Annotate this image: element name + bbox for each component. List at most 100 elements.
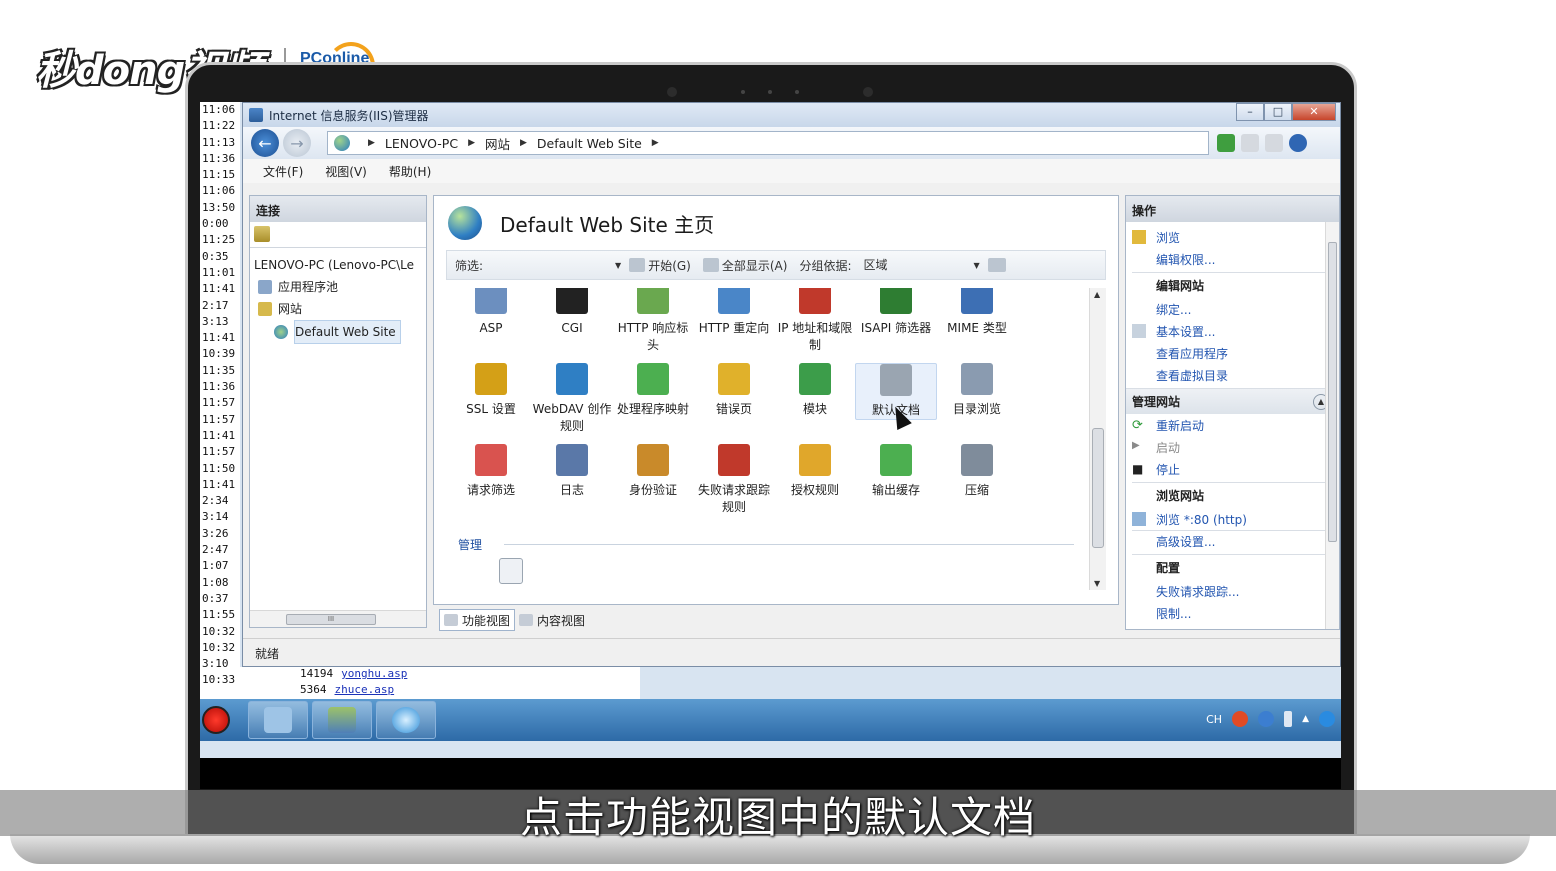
scroll-thumb[interactable]: III	[286, 614, 376, 625]
menu-file[interactable]: 文件(F)	[263, 163, 303, 180]
chevron-down-icon[interactable]: ▼	[615, 261, 621, 270]
record-icon[interactable]	[202, 706, 230, 734]
feature-lock[interactable]: SSL 设置	[450, 363, 532, 418]
feature-webdav[interactable]: WebDAV 创作规则	[531, 363, 613, 435]
maximize-button[interactable]: □	[1264, 103, 1292, 121]
breadcrumb-item[interactable]: LENOVO-PC	[385, 136, 458, 151]
log-time: 11:06	[202, 184, 236, 198]
menu-bar: 文件(F) 视图(V) 帮助(H)	[243, 159, 1340, 183]
breadcrumb-separator: ▶	[651, 138, 659, 148]
sogou-icon[interactable]	[1232, 711, 1249, 727]
filter-input[interactable]	[487, 255, 611, 275]
action-browse-http[interactable]: 浏览 *:80 (http)	[1132, 508, 1339, 530]
action-failed-request[interactable]: 失败请求跟踪...	[1132, 580, 1339, 602]
feature-isapi[interactable]: ISAPI 筛选器	[855, 288, 937, 337]
taskbar-app-iis[interactable]	[312, 701, 372, 739]
help-icon[interactable]	[1258, 711, 1275, 727]
feature-authz[interactable]: 授权规则	[774, 444, 856, 499]
action-start[interactable]: ▶ 启动	[1132, 436, 1339, 458]
feature-output-cache[interactable]: 输出缓存	[855, 444, 937, 499]
minimize-button[interactable]: –	[1236, 103, 1264, 121]
feature-ip-restrict[interactable]: IP 地址和域限制	[774, 288, 856, 354]
security-icon[interactable]	[1319, 711, 1335, 727]
chevron-down-icon[interactable]: ▼	[974, 261, 980, 270]
scroll-down-icon[interactable]: ▼	[1094, 579, 1100, 588]
log-time: 10:32	[202, 640, 236, 654]
file-link[interactable]: zhuce.asp	[335, 683, 395, 696]
feature-auth[interactable]: 身份验证	[612, 444, 694, 499]
feature-modules[interactable]: 模块	[774, 363, 856, 418]
log-time: 11:25	[202, 233, 236, 247]
actions-vscroll[interactable]	[1325, 222, 1339, 629]
action-edit-permissions[interactable]: 编辑权限...	[1132, 248, 1339, 270]
action-label: 编辑权限...	[1156, 252, 1216, 267]
home-icon[interactable]	[1265, 134, 1283, 152]
taskbar-app-ie[interactable]	[376, 701, 436, 739]
breadcrumb[interactable]: ▶ LENOVO-PC ▶ 网站 ▶ Default Web Site ▶	[327, 131, 1209, 155]
file-size: 5364	[300, 683, 327, 696]
feature-handler[interactable]: 处理程序映射	[612, 363, 694, 418]
feature-mime[interactable]: MIME 类型	[936, 288, 1018, 337]
feature-asp[interactable]: ASP	[450, 288, 532, 337]
action-limits[interactable]: 限制...	[1132, 602, 1339, 624]
feature-label: ASP	[479, 321, 503, 335]
auth-icon	[637, 444, 669, 476]
scroll-up-icon[interactable]: ▲	[1094, 290, 1100, 299]
stop-nav-icon[interactable]	[1241, 134, 1259, 152]
feature-label: 授权规则	[790, 483, 839, 497]
feature-label: 错误页	[715, 402, 752, 416]
action-label: 失败请求跟踪...	[1156, 584, 1240, 599]
action-basic-settings[interactable]: 基本设置...	[1132, 320, 1339, 342]
action-bindings[interactable]: 绑定...	[1132, 298, 1339, 320]
show-all-button[interactable]: 全部显示(A)	[702, 257, 787, 274]
feature-http-redirect[interactable]: HTTP 重定向	[693, 288, 775, 337]
start-button[interactable]: 开始(G)	[629, 257, 691, 274]
feature-log[interactable]: 日志	[531, 444, 613, 499]
tree-item-server[interactable]: LENOVO-PC (Lenovo-PC\Le	[254, 254, 426, 276]
help-icon[interactable]	[1289, 134, 1307, 152]
action-view-vdirs[interactable]: 查看虚拟目录	[1132, 364, 1339, 386]
connections-hscroll[interactable]: III	[250, 610, 426, 627]
feature-dir-browse[interactable]: 目录浏览	[936, 363, 1018, 418]
manage-feature[interactable]	[470, 558, 552, 590]
input-language[interactable]: CH	[1206, 713, 1222, 726]
back-button[interactable]: ←	[251, 129, 279, 157]
tab-features-view[interactable]: 功能视图	[439, 609, 516, 631]
feature-compress[interactable]: 压缩	[936, 444, 1018, 499]
file-link[interactable]: yonghu.asp	[341, 667, 407, 680]
features-vscroll[interactable]: ▲ ▼	[1089, 288, 1106, 590]
log-time: 11:41	[202, 331, 236, 345]
feature-failed-request[interactable]: 失败请求跟踪规则	[693, 444, 775, 516]
feature-http-headers[interactable]: HTTP 响应标头	[612, 288, 694, 354]
tab-content-view[interactable]: 内容视图	[515, 609, 589, 631]
action-restart[interactable]: ⟳ 重新启动	[1132, 414, 1339, 436]
action-browse[interactable]: 浏览	[1132, 226, 1339, 248]
feature-request-filter[interactable]: 请求筛选	[450, 444, 532, 499]
close-button[interactable]: ✕	[1292, 103, 1336, 121]
forward-button[interactable]: →	[283, 129, 311, 157]
network-icon[interactable]	[1284, 711, 1293, 727]
connections-toolbar	[250, 222, 426, 248]
scroll-thumb[interactable]	[1328, 242, 1337, 542]
scroll-thumb[interactable]	[1092, 428, 1104, 548]
view-mode-icon[interactable]	[987, 258, 1006, 272]
taskbar-app-control-panel[interactable]	[248, 701, 308, 739]
action-stop[interactable]: ■ 停止	[1132, 458, 1339, 480]
breadcrumb-item[interactable]: 网站	[485, 134, 510, 153]
menu-view[interactable]: 视图(V)	[325, 163, 367, 180]
tree-item-app-pools[interactable]: 应用程序池	[254, 276, 426, 298]
tray-expand-icon[interactable]: ▲	[1302, 714, 1309, 724]
action-view-applications[interactable]: 查看应用程序	[1132, 342, 1339, 364]
tree-item-default-web-site[interactable]: Default Web Site	[254, 320, 426, 344]
feature-cgi[interactable]: CGI	[531, 288, 613, 337]
tree-item-sites[interactable]: 网站	[254, 298, 426, 320]
log-time: 2:34	[202, 494, 229, 508]
screen: 11:06 11:22 11:13 11:36 11:15 11:06 13:50 0:00 1…	[200, 102, 1341, 758]
connect-icon[interactable]	[254, 226, 270, 242]
action-advanced-settings[interactable]: 高级设置...	[1132, 530, 1339, 552]
menu-help[interactable]: 帮助(H)	[389, 163, 431, 180]
breadcrumb-item[interactable]: Default Web Site	[537, 136, 642, 151]
group-by-select[interactable]: 区域	[858, 255, 974, 275]
refresh-icon[interactable]	[1217, 134, 1235, 152]
feature-error-page[interactable]: 错误页	[693, 363, 775, 418]
